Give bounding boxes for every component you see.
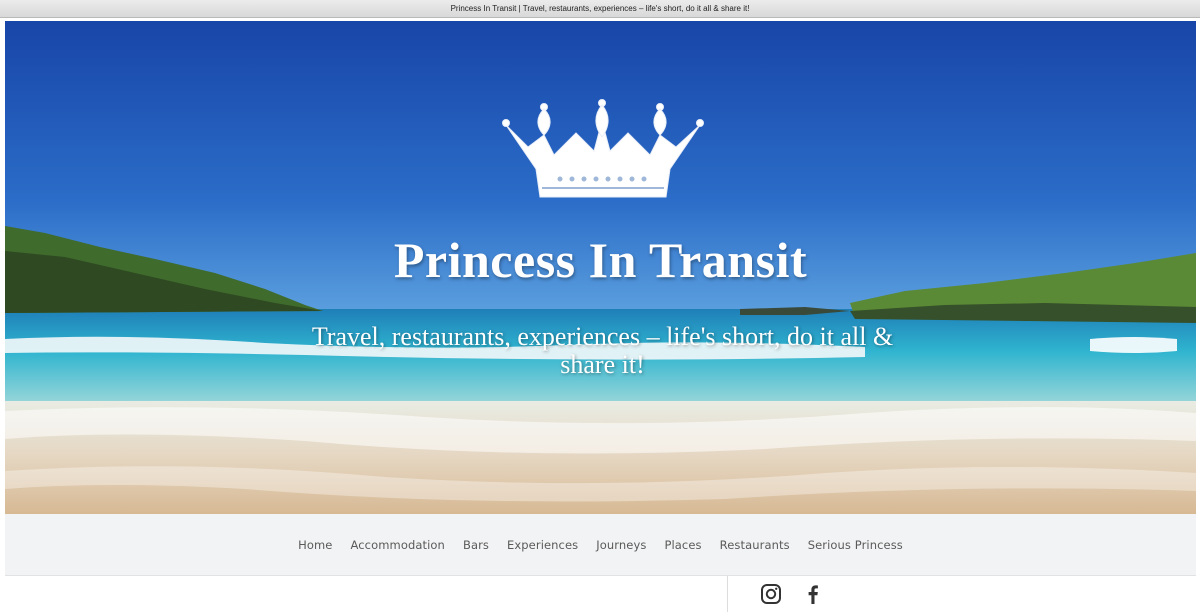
nav-item-places[interactable]: Places xyxy=(655,538,710,552)
crown-logo[interactable] xyxy=(500,99,705,204)
nav-item-restaurants[interactable]: Restaurants xyxy=(711,538,799,552)
window-title-bar: Princess In Transit | Travel, restaurant… xyxy=(0,0,1200,18)
crown-icon xyxy=(502,99,704,198)
facebook-icon xyxy=(808,585,818,604)
instagram-link[interactable] xyxy=(760,583,782,605)
facebook-link[interactable] xyxy=(802,583,824,605)
hero-banner: Princess In Transit Travel, restaurants,… xyxy=(5,21,1196,514)
social-links xyxy=(760,582,824,606)
nav-item-experiences[interactable]: Experiences xyxy=(498,538,587,552)
main-navigation: Home Accommodation Bars Experiences Jour… xyxy=(5,514,1196,576)
window-title: Princess In Transit | Travel, restaurant… xyxy=(450,4,750,13)
nav-item-bars[interactable]: Bars xyxy=(454,538,498,552)
nav-item-serious-princess[interactable]: Serious Princess xyxy=(799,538,912,552)
nav-item-accommodation[interactable]: Accommodation xyxy=(341,538,453,552)
site-tagline: Travel, restaurants, experiences – life'… xyxy=(311,322,894,379)
nav-item-home[interactable]: Home xyxy=(289,538,341,552)
social-divider xyxy=(727,576,728,612)
nav-item-journeys[interactable]: Journeys xyxy=(587,538,655,552)
site-title[interactable]: Princess In Transit xyxy=(5,231,1196,289)
instagram-icon xyxy=(761,584,781,604)
